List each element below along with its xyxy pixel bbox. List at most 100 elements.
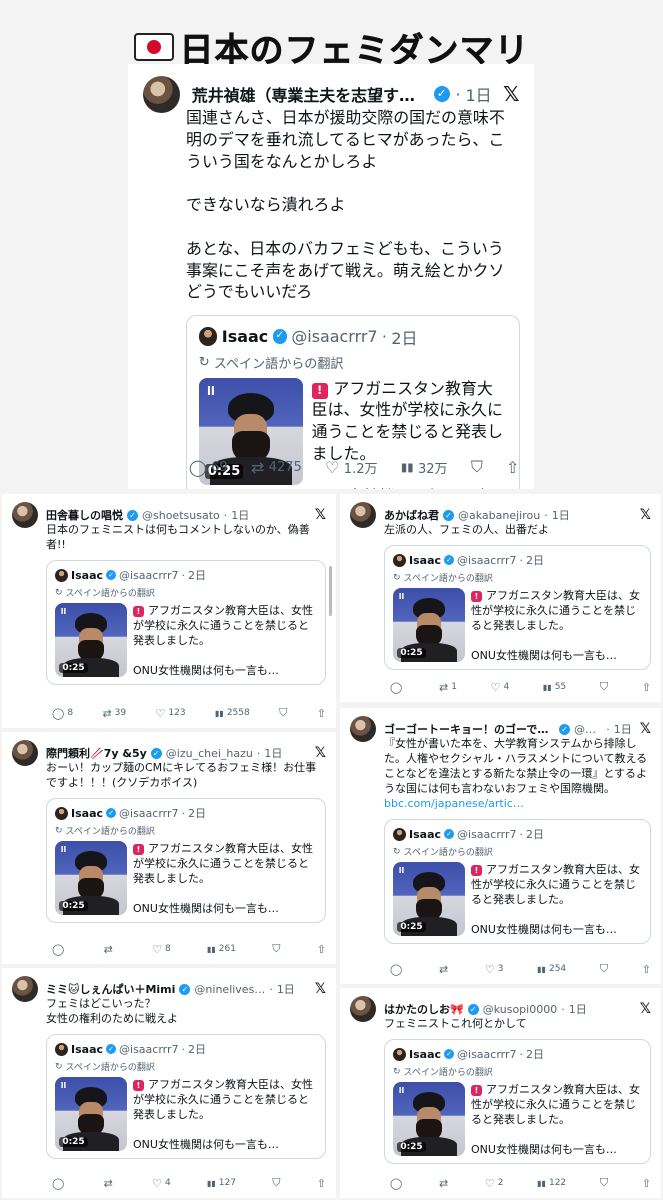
- reply-icon: ◯: [390, 680, 403, 694]
- quoted-time: 2日: [526, 828, 545, 841]
- avatar[interactable]: [12, 976, 38, 1002]
- quoted-post[interactable]: Isaac ✓ @isaacrrr7 · 2日 ↻ スペイン語からの翻訳 اا 0:25! アフガ…: [384, 819, 651, 944]
- display-name[interactable]: はかたのしお🎀: [384, 1001, 464, 1017]
- post-time[interactable]: 1日: [465, 82, 491, 106]
- video-thumbnail[interactable]: اا 0:25: [393, 862, 465, 936]
- video-thumbnail[interactable]: اا 0:25: [393, 588, 465, 662]
- share-icon[interactable]: ⇧: [642, 963, 651, 976]
- user-handle[interactable]: @5…: [574, 723, 602, 736]
- x-logo-icon[interactable]: 𝕏: [315, 981, 326, 997]
- repost-button[interactable]: ⇄: [439, 963, 451, 976]
- display-name[interactable]: 際門頼利🥢7y &5y: [46, 745, 147, 761]
- post-time[interactable]: 1日: [614, 721, 632, 737]
- time-separator: ·: [456, 85, 460, 104]
- post-time[interactable]: 1日: [569, 1001, 587, 1017]
- display-name[interactable]: ミミ🐱しぇんぱい＋Mimi: [46, 981, 175, 997]
- video-thumbnail[interactable]: اا 0:25: [55, 1077, 127, 1151]
- share-icon[interactable]: ⇧: [506, 458, 519, 477]
- repost-button[interactable]: ⇄ 1: [439, 681, 457, 694]
- user-handle[interactable]: @kusopi0000: [483, 1003, 558, 1016]
- like-button[interactable]: ♡ 8: [152, 943, 171, 956]
- x-logo-icon[interactable]: 𝕏: [315, 745, 326, 761]
- views-button[interactable]: ▮▮ 127: [207, 1178, 236, 1188]
- avatar[interactable]: [142, 75, 181, 114]
- quoted-text-wrap: ! アフガニスタン教育大臣は、女性が学校に永久に通うことを禁じると発表しました。 …: [133, 1077, 317, 1152]
- reply-button[interactable]: ◯: [52, 943, 67, 956]
- reply-button[interactable]: ◯: [390, 963, 405, 976]
- reply-button[interactable]: ◯ 8: [52, 707, 73, 720]
- x-logo-icon[interactable]: 𝕏: [503, 82, 519, 106]
- like-button[interactable]: ♡ 2: [485, 1177, 504, 1190]
- like-button[interactable]: ♡ 123: [156, 707, 186, 720]
- user-handle[interactable]: @shoetsusato: [142, 509, 220, 522]
- quoted-post[interactable]: Isaac ✓ @isaacrrr7 · 2日 ↻ スペイン語からの翻訳 اا 0:25! アフガ…: [46, 560, 326, 685]
- user-handle[interactable]: @akabanejirou: [458, 509, 540, 522]
- avatar[interactable]: [350, 502, 376, 528]
- like-button[interactable]: ♡ 1.2万: [325, 458, 377, 477]
- like-button[interactable]: ♡ 4: [491, 681, 510, 694]
- user-handle[interactable]: @izu_chei_hazu: [166, 747, 253, 760]
- views-button[interactable]: ▮▮ 261: [207, 944, 236, 954]
- bookmark-icon[interactable]: ⛉: [600, 1176, 608, 1190]
- x-logo-icon[interactable]: 𝕏: [640, 507, 651, 523]
- x-logo-icon[interactable]: 𝕏: [315, 507, 326, 523]
- share-icon[interactable]: ⇧: [317, 707, 326, 720]
- post-time[interactable]: 1日: [264, 745, 282, 761]
- main-post-card: 荒井禎雄（専業主夫を志望するフリー… ✓ · 1日 𝕏国連さんさ、日本が援助交際の国だの…: [128, 64, 534, 489]
- like-button[interactable]: ♡ 3: [485, 963, 504, 976]
- quoted-post[interactable]: Isaac ✓ @isaacrrr7 · 2日 ↻ スペイン語からの翻訳 اا 0:25! アフガ…: [46, 798, 326, 923]
- display-name[interactable]: 田舎暮しの唱悦: [46, 507, 123, 523]
- display-name[interactable]: あかばね君: [384, 507, 439, 523]
- avatar[interactable]: [12, 740, 38, 766]
- views-button[interactable]: ▮▮ 254: [537, 964, 566, 974]
- avatar[interactable]: [350, 996, 376, 1022]
- article-link[interactable]: bbc.com/japanese/artic…: [384, 796, 651, 811]
- repost-icon: ⇄: [250, 457, 265, 477]
- views-button[interactable]: ▮▮ 55: [543, 682, 566, 692]
- views-button[interactable]: ▮▮ 122: [537, 1178, 566, 1188]
- repost-button[interactable]: ⇄ 39: [102, 707, 126, 720]
- repost-button[interactable]: ⇄ 4275: [251, 458, 302, 477]
- bookmark-icon[interactable]: ⛉: [272, 942, 280, 956]
- views-button[interactable]: ▮▮ 32万: [401, 458, 448, 477]
- x-logo-icon[interactable]: 𝕏: [640, 1001, 651, 1017]
- avatar[interactable]: [350, 716, 376, 742]
- bookmark-icon[interactable]: ⛉: [600, 962, 608, 976]
- bookmark-icon[interactable]: ⛉: [272, 1176, 280, 1190]
- share-icon[interactable]: ⇧: [642, 681, 651, 694]
- user-handle[interactable]: @ninelives…: [194, 983, 265, 996]
- repost-button[interactable]: ⇄: [439, 1177, 451, 1190]
- quoted-post[interactable]: Isaac ✓ @isaacrrr7 · 2日 ↻ スペイン語からの翻訳 اا 0:25! アフガ…: [46, 1034, 326, 1159]
- post-time[interactable]: 1日: [231, 507, 249, 523]
- quoted-handle: @isaacrrr7: [119, 568, 179, 582]
- video-thumbnail[interactable]: اا 0:25: [55, 841, 127, 915]
- like-icon: ♡: [490, 680, 501, 694]
- post-time[interactable]: 1日: [552, 507, 570, 523]
- scrollbar[interactable]: [329, 566, 332, 616]
- translation-note: ↻ スペイン語からの翻訳: [55, 586, 317, 600]
- display-name[interactable]: 荒井禎雄（専業主夫を志望するフリー…: [192, 82, 428, 106]
- share-icon[interactable]: ⇧: [642, 1177, 651, 1190]
- quoted-post[interactable]: Isaac ✓ @isaacrrr7 · 2日 ↻ スペイン語からの翻訳 اا 0:25! アフガ…: [384, 545, 651, 670]
- avatar[interactable]: [12, 502, 38, 528]
- reply-button[interactable]: ◯: [52, 1177, 67, 1190]
- bookmark-icon[interactable]: ⛉: [600, 680, 608, 694]
- share-icon[interactable]: ⇧: [317, 1177, 326, 1190]
- repost-button[interactable]: ⇄: [104, 1177, 116, 1190]
- reply-button[interactable]: ◯: [390, 681, 405, 694]
- quoted-post[interactable]: Isaac ✓ @isaacrrr7 · 2日 ↻ スペイン語からの翻訳 اا 0:25! アフガ…: [384, 1039, 651, 1164]
- reply-button[interactable]: ◯ 69: [189, 458, 228, 477]
- like-button[interactable]: ♡ 4: [152, 1177, 171, 1190]
- video-thumbnail[interactable]: اا 0:25: [393, 1082, 465, 1156]
- bookmark-icon[interactable]: ⛉: [279, 706, 287, 720]
- views-button[interactable]: ▮▮ 2558: [215, 708, 250, 718]
- reply-button[interactable]: ◯: [390, 1177, 405, 1190]
- bookmark-icon[interactable]: ⛉: [471, 457, 483, 477]
- repost-button[interactable]: ⇄: [104, 943, 116, 956]
- post-time[interactable]: 1日: [277, 981, 295, 997]
- share-icon[interactable]: ⇧: [317, 943, 326, 956]
- x-logo-icon[interactable]: 𝕏: [640, 721, 651, 737]
- display-name[interactable]: ゴーゴートーキョー！のゴーです！: [384, 721, 555, 737]
- video-thumbnail[interactable]: اا 0:25: [55, 603, 127, 677]
- video-duration: 0:25: [59, 900, 88, 911]
